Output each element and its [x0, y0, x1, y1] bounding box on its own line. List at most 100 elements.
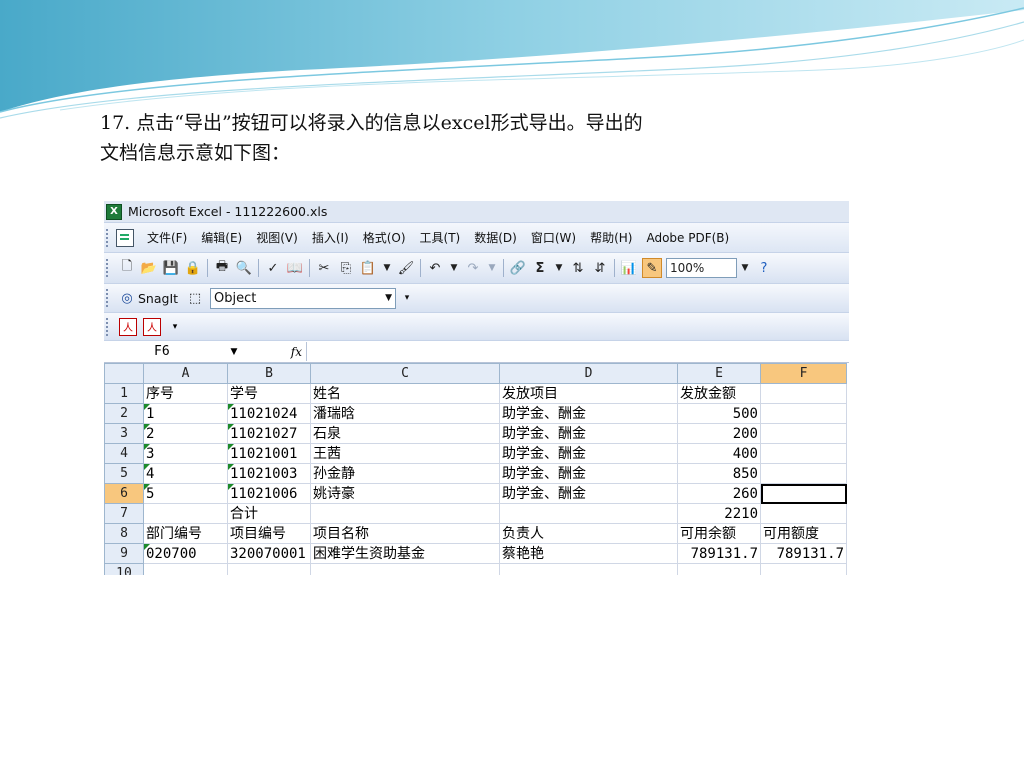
undo-dropdown-icon[interactable]: ▼ [446, 259, 462, 277]
sort-ascending-icon[interactable]: ⇅ [569, 259, 587, 277]
menu-edit[interactable]: 编辑(E) [194, 229, 249, 246]
cell[interactable] [310, 503, 500, 524]
undo-icon[interactable]: ↶ [426, 259, 444, 277]
chart-wizard-icon[interactable]: 📊 [620, 259, 638, 277]
cell[interactable] [310, 563, 500, 575]
menu-file[interactable]: 文件(F) [140, 229, 194, 246]
cell[interactable]: 合计 [227, 503, 311, 524]
formula-input[interactable] [306, 342, 849, 361]
cell[interactable] [760, 423, 847, 444]
cell[interactable]: 石泉 [310, 423, 500, 444]
redo-dropdown-icon[interactable]: ▼ [484, 259, 500, 277]
cell[interactable]: 困难学生资助基金 [310, 543, 500, 564]
cell[interactable]: 11021003 [227, 463, 311, 484]
cell[interactable] [760, 383, 847, 404]
cell[interactable]: 11021006 [227, 483, 311, 504]
cell[interactable]: 500 [677, 403, 761, 424]
toolbar-options-icon[interactable]: ▾ [398, 289, 416, 307]
cell[interactable]: 11021027 [227, 423, 311, 444]
cell[interactable]: 潘瑞晗 [310, 403, 500, 424]
column-header-selected[interactable]: F [760, 363, 847, 384]
document-icon[interactable] [116, 228, 134, 247]
row-header[interactable]: 6 [104, 483, 144, 504]
snagit-icon[interactable]: ◎ [118, 289, 136, 307]
snagit-capture-icon[interactable]: ⬚ [186, 289, 204, 307]
zoom-dropdown-icon[interactable]: ▼ [737, 259, 753, 277]
row-header[interactable]: 7 [104, 503, 144, 524]
cell[interactable]: 部门编号 [143, 523, 228, 544]
cell[interactable]: 3 [143, 443, 228, 464]
help-icon[interactable]: ? [755, 259, 773, 277]
autosum-icon[interactable]: Σ [531, 259, 549, 277]
name-box[interactable]: F6 [104, 342, 226, 361]
cell[interactable]: 姚诗豪 [310, 483, 500, 504]
row-header[interactable]: 2 [104, 403, 144, 424]
permission-icon[interactable]: 🔒 [184, 259, 202, 277]
row-header[interactable]: 4 [104, 443, 144, 464]
cell[interactable]: 助学金、酬金 [499, 403, 678, 424]
cell[interactable]: 姓名 [310, 383, 500, 404]
drawing-icon[interactable]: ✎ [642, 258, 662, 278]
cell[interactable] [760, 563, 847, 575]
cell[interactable]: 200 [677, 423, 761, 444]
research-icon[interactable]: 📖 [286, 259, 304, 277]
row-header[interactable]: 9 [104, 543, 144, 564]
column-header[interactable]: E [677, 363, 761, 384]
cell[interactable]: 5 [143, 483, 228, 504]
paste-dropdown-icon[interactable]: ▼ [379, 259, 395, 277]
toolbar-options-icon[interactable]: ▾ [166, 318, 184, 336]
row-header[interactable]: 10 [104, 563, 144, 575]
cell[interactable]: 789131.7 [760, 543, 847, 564]
format-painter-icon[interactable]: 🖌 [397, 259, 415, 277]
autosum-dropdown-icon[interactable]: ▼ [551, 259, 567, 277]
cell[interactable]: 850 [677, 463, 761, 484]
cell[interactable]: 项目名称 [310, 523, 500, 544]
cell[interactable]: 发放金额 [677, 383, 761, 404]
column-header[interactable]: D [499, 363, 678, 384]
cell[interactable]: 320070001 [227, 543, 311, 564]
save-icon[interactable]: 💾 [162, 259, 180, 277]
print-icon[interactable]: 🖶 [213, 259, 231, 277]
cell[interactable]: 助学金、酬金 [499, 483, 678, 504]
column-header[interactable]: C [310, 363, 500, 384]
menu-insert[interactable]: 插入(I) [305, 229, 356, 246]
menu-adobe-pdf[interactable]: Adobe PDF(B) [639, 231, 736, 245]
cell[interactable]: 助学金、酬金 [499, 463, 678, 484]
snagit-label[interactable]: SnagIt [138, 291, 178, 306]
cell[interactable] [499, 503, 678, 524]
cell[interactable] [760, 443, 847, 464]
menu-window[interactable]: 窗口(W) [524, 229, 583, 246]
column-header[interactable]: A [143, 363, 228, 384]
cell[interactable]: 11021001 [227, 443, 311, 464]
menu-data[interactable]: 数据(D) [467, 229, 524, 246]
object-select[interactable]: Object ▼ [210, 287, 397, 309]
hyperlink-icon[interactable]: 🔗 [509, 259, 527, 277]
cell[interactable]: 助学金、酬金 [499, 443, 678, 464]
name-box-dropdown-icon[interactable]: ▼ [226, 343, 242, 361]
cut-icon[interactable]: ✂ [315, 259, 333, 277]
cell[interactable]: 2210 [677, 503, 761, 524]
convert-to-pdf-icon[interactable]: 人 [119, 317, 137, 336]
copy-icon[interactable]: ⎘ [337, 259, 355, 277]
redo-icon[interactable]: ↷ [464, 259, 482, 277]
row-header[interactable]: 5 [104, 463, 144, 484]
print-preview-icon[interactable]: 🔍 [235, 259, 253, 277]
cell[interactable]: 400 [677, 443, 761, 464]
cell[interactable]: 蔡艳艳 [499, 543, 678, 564]
cell[interactable]: 260 [677, 483, 761, 504]
insert-function-icon[interactable]: fx [242, 345, 302, 359]
select-all-corner[interactable] [104, 363, 144, 384]
cell[interactable]: 789131.7 [677, 543, 761, 564]
paste-icon[interactable]: 📋 [359, 259, 377, 277]
cell[interactable]: 王茜 [310, 443, 500, 464]
column-header[interactable]: B [227, 363, 311, 384]
cell[interactable]: 项目编号 [227, 523, 311, 544]
cell[interactable]: 发放项目 [499, 383, 678, 404]
new-file-icon[interactable]: 🗋 [118, 259, 136, 277]
cell[interactable]: 负责人 [499, 523, 678, 544]
sort-descending-icon[interactable]: ⇵ [591, 259, 609, 277]
row-header[interactable]: 3 [104, 423, 144, 444]
cell[interactable]: 4 [143, 463, 228, 484]
cell[interactable] [143, 503, 228, 524]
active-cell[interactable] [760, 483, 847, 504]
